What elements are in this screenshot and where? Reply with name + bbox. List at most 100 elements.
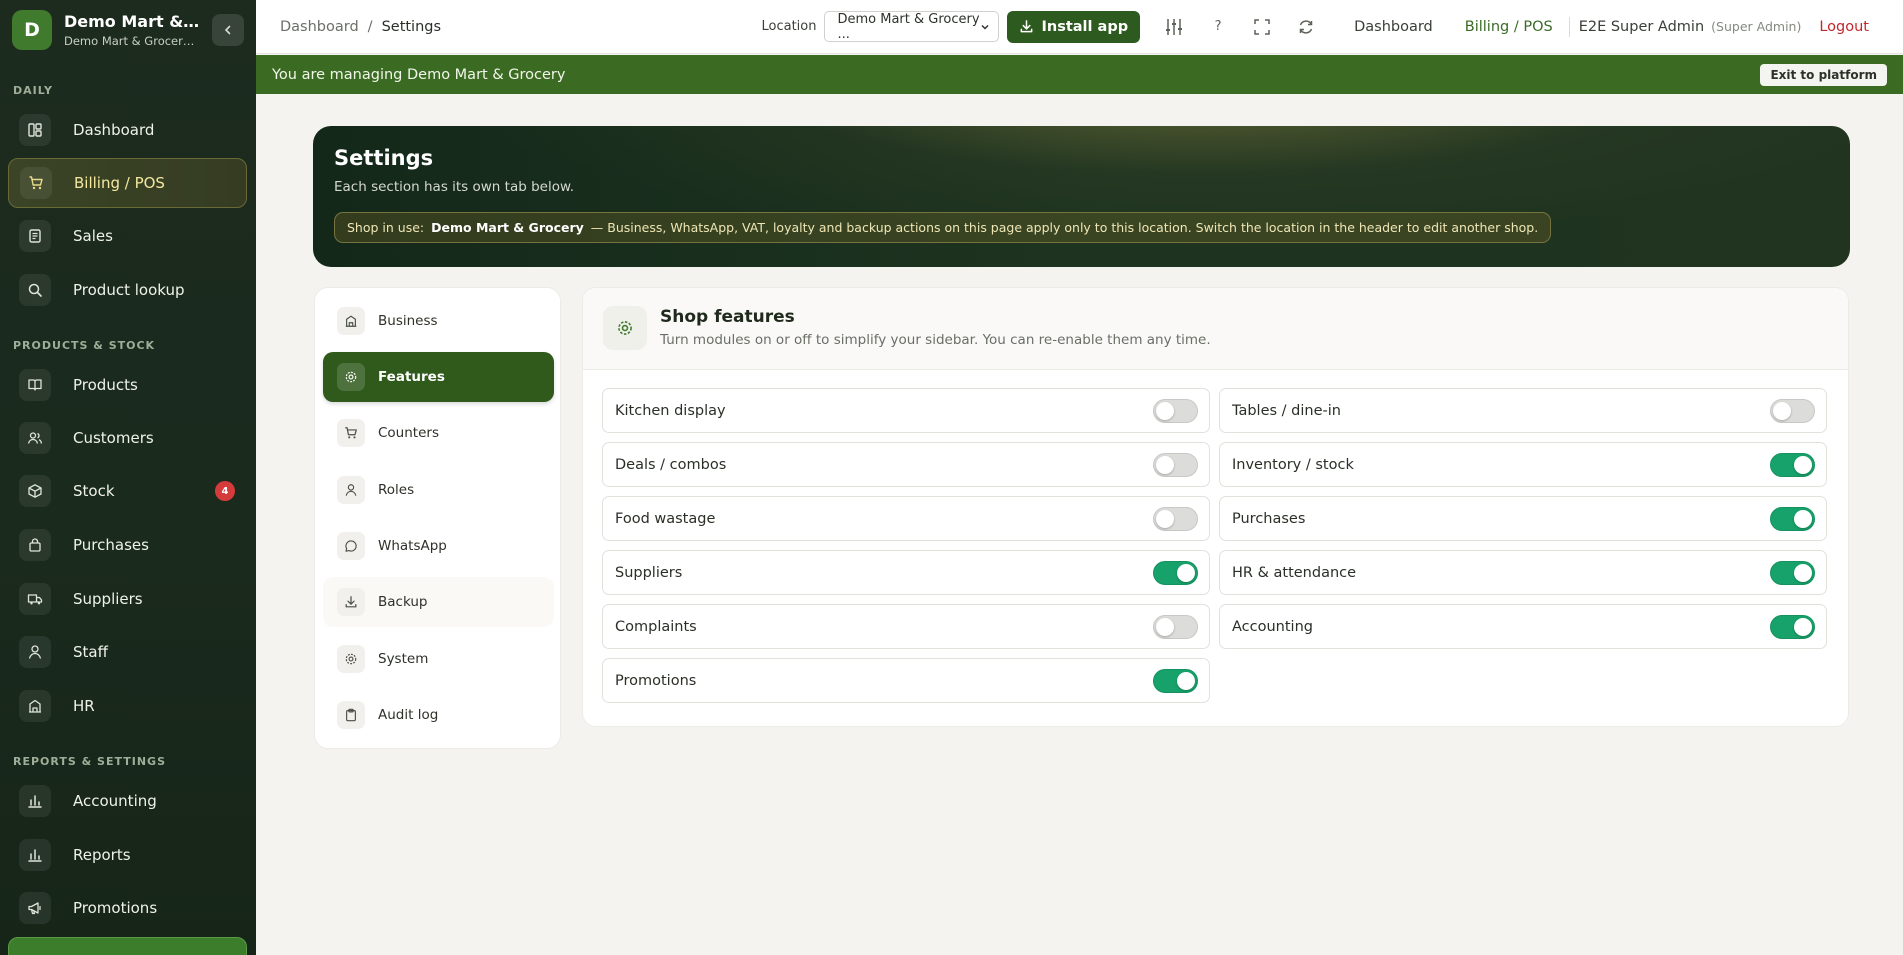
- settings-tab-system[interactable]: System: [323, 634, 554, 684]
- feature-toggle-accounting[interactable]: [1770, 615, 1815, 639]
- sidebar-item-accounting[interactable]: Accounting: [8, 776, 247, 826]
- shop-in-use-notice: Shop in use: Demo Mart & Grocery — Busin…: [334, 212, 1552, 243]
- breadcrumb: Dashboard / Settings: [280, 19, 441, 35]
- toggle-knob: [1773, 402, 1791, 420]
- sidebar-item-purchases[interactable]: Purchases: [8, 520, 247, 570]
- chart-icon: [19, 839, 51, 871]
- topbar-actions: Location Demo Mart & Grocery ... Install…: [762, 0, 1903, 54]
- page-title: Settings: [334, 146, 434, 170]
- sidebar-item-label: Customers: [73, 429, 154, 447]
- feature-row-deals-combos: Deals / combos: [602, 442, 1210, 487]
- help-button[interactable]: ?: [1196, 11, 1240, 43]
- toggle-knob: [1156, 618, 1174, 636]
- toggle-knob: [1794, 510, 1812, 528]
- sidebar-item-reports[interactable]: Reports: [8, 830, 247, 880]
- breadcrumb-separator: /: [367, 18, 373, 35]
- sidebar-item-staff[interactable]: Staff: [8, 627, 247, 677]
- shop-in-use-label: Shop in use:: [347, 220, 425, 235]
- feature-label: Suppliers: [615, 564, 683, 581]
- adjustments-button[interactable]: [1152, 11, 1196, 43]
- gear-icon: [337, 645, 365, 673]
- feature-toggle-complaints[interactable]: [1153, 615, 1198, 639]
- exit-to-platform-button[interactable]: Exit to platform: [1760, 63, 1887, 86]
- sidebar: D Demo Mart & Grocery Demo Mart & Grocer…: [0, 0, 256, 955]
- settings-tab-business[interactable]: Business: [323, 296, 554, 346]
- sidebar-item-suppliers[interactable]: Suppliers: [8, 574, 247, 624]
- toggle-knob: [1177, 672, 1195, 690]
- feature-toggle-deals-combos[interactable]: [1153, 453, 1198, 477]
- feature-toggle-purchases[interactable]: [1770, 507, 1815, 531]
- cart-icon: [20, 167, 52, 199]
- settings-tab-audit-log[interactable]: Audit log: [323, 690, 554, 740]
- sidebar-item-label: HR: [73, 697, 95, 715]
- section-label-reports-settings: REPORTS & SETTINGS: [13, 755, 166, 768]
- feature-row-hr-attendance: HR & attendance: [1219, 550, 1827, 595]
- feature-toggle-promotions[interactable]: [1153, 669, 1198, 693]
- toggle-knob: [1794, 456, 1812, 474]
- dashboard-icon: [19, 114, 51, 146]
- feature-label: Inventory / stock: [1232, 456, 1354, 473]
- sidebar-item-products[interactable]: Products: [8, 360, 247, 410]
- sidebar-item-customers[interactable]: Customers: [8, 413, 247, 463]
- sidebar-item-product-lookup[interactable]: Product lookup: [8, 265, 247, 315]
- download-icon: [1019, 19, 1034, 34]
- sidebar-item-dashboard[interactable]: Dashboard: [8, 105, 247, 155]
- feature-label: Kitchen display: [615, 402, 726, 419]
- feature-toggle-kitchen-display[interactable]: [1153, 399, 1198, 423]
- sidebar-item-hr[interactable]: HR: [8, 681, 247, 731]
- sidebar-item-label: Purchases: [73, 536, 149, 554]
- toggle-knob: [1794, 564, 1812, 582]
- feature-toggle-suppliers[interactable]: [1153, 561, 1198, 585]
- shop-features-panel: Shop features Turn modules on or off to …: [582, 287, 1849, 727]
- settings-tab-features[interactable]: Features: [323, 352, 554, 402]
- sidebar-item-settings-partial[interactable]: [8, 937, 247, 955]
- feature-toggle-hr-attendance[interactable]: [1770, 561, 1815, 585]
- sidebar-item-stock[interactable]: Stock 4: [8, 466, 247, 516]
- fullscreen-button[interactable]: [1240, 11, 1284, 43]
- brand-text: Demo Mart & Grocery Demo Mart & Grocery …: [64, 12, 200, 48]
- location-select[interactable]: Demo Mart & Grocery ...: [824, 11, 1000, 42]
- toggle-knob: [1794, 618, 1812, 636]
- clipboard-icon: [337, 701, 365, 729]
- section-label-daily: DAILY: [13, 84, 53, 97]
- settings-tab-backup[interactable]: Backup: [323, 577, 554, 627]
- settings-tab-whatsapp[interactable]: WhatsApp: [323, 521, 554, 571]
- feature-toggle-food-wastage[interactable]: [1153, 507, 1198, 531]
- logout-link[interactable]: Logout: [1819, 19, 1869, 35]
- sidebar-item-label: Dashboard: [73, 121, 155, 139]
- feature-label: HR & attendance: [1232, 564, 1357, 581]
- feature-toggle-inventory-stock[interactable]: [1770, 453, 1815, 477]
- sidebar-item-sales[interactable]: Sales: [8, 211, 247, 261]
- user-icon: [337, 476, 365, 504]
- topbar-dashboard-link[interactable]: Dashboard: [1354, 19, 1433, 35]
- settings-tab-label: Audit log: [378, 707, 439, 723]
- toggle-knob: [1156, 510, 1174, 528]
- topbar-billing-pos-link[interactable]: Billing / POS: [1465, 19, 1553, 35]
- brand: D Demo Mart & Grocery Demo Mart & Grocer…: [0, 0, 256, 60]
- install-app-button[interactable]: Install app: [1007, 10, 1141, 43]
- location-select-value: Demo Mart & Grocery ...: [837, 11, 980, 42]
- breadcrumb-dashboard-link[interactable]: Dashboard: [280, 19, 359, 35]
- section-label-products-stock: PRODUCTS & STOCK: [13, 339, 156, 352]
- sidebar-item-promotions[interactable]: Promotions: [8, 883, 247, 933]
- managing-banner: You are managing Demo Mart & Grocery Exi…: [256, 55, 1903, 94]
- user-icon: [19, 636, 51, 668]
- settings-tab-counters[interactable]: Counters: [323, 408, 554, 458]
- bag-icon: [19, 529, 51, 561]
- collapse-sidebar-button[interactable]: [212, 14, 244, 46]
- download-icon: [337, 588, 365, 616]
- settings-tab-roles[interactable]: Roles: [323, 465, 554, 515]
- fullscreen-icon: [1253, 18, 1271, 36]
- refresh-button[interactable]: [1284, 11, 1328, 43]
- sidebar-item-label: Suppliers: [73, 590, 143, 608]
- brand-name: Demo Mart & Grocery: [64, 12, 200, 31]
- feature-row-purchases: Purchases: [1219, 496, 1827, 541]
- sidebar-item-label: Promotions: [73, 899, 158, 917]
- toggle-knob: [1156, 402, 1174, 420]
- box-icon: [19, 475, 51, 507]
- breadcrumb-current: Settings: [381, 18, 442, 35]
- feature-toggle-tables-dine-in[interactable]: [1770, 399, 1815, 423]
- sidebar-item-billing-pos[interactable]: Billing / POS: [8, 158, 247, 208]
- chart-icon: [19, 785, 51, 817]
- gear-icon: [337, 363, 365, 391]
